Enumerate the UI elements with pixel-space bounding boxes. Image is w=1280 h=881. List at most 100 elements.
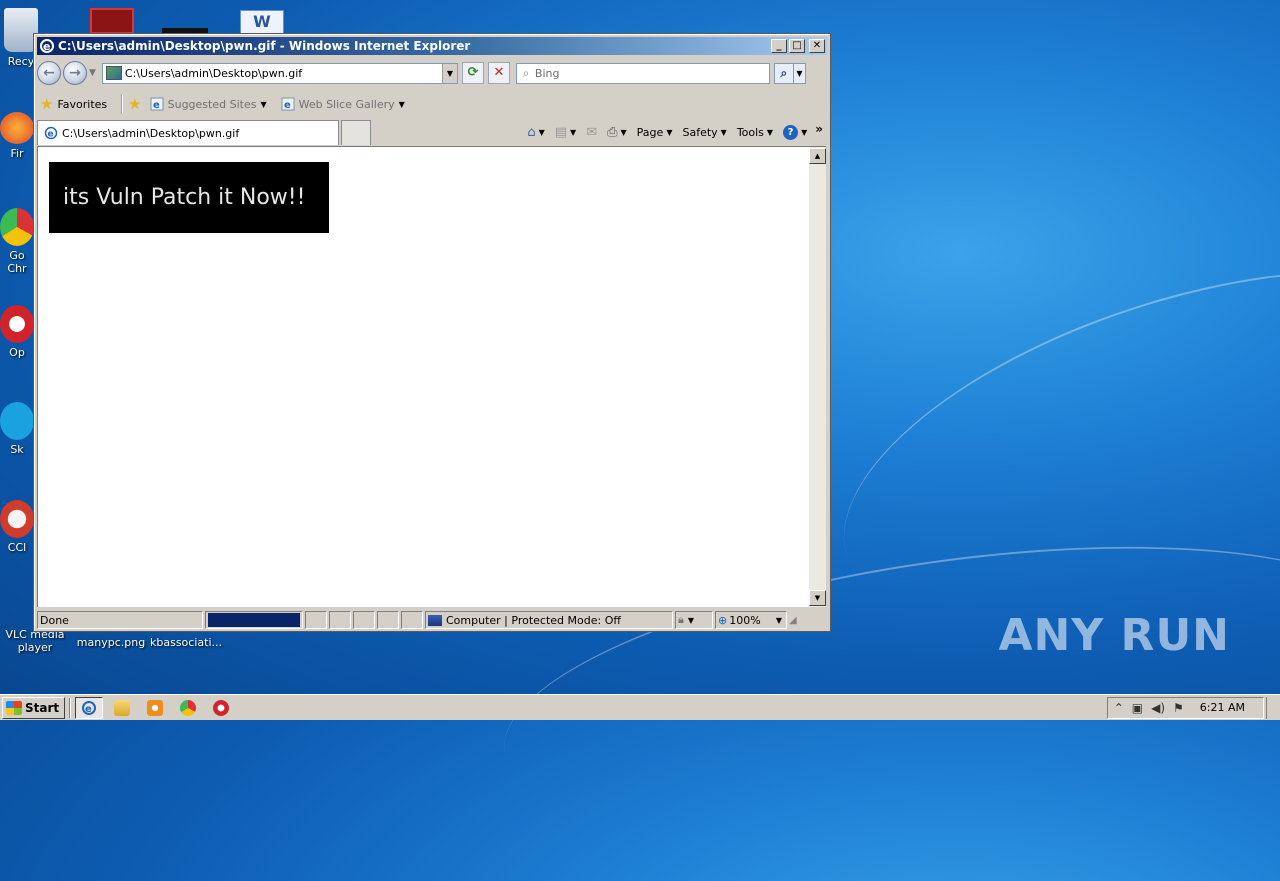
ie-tab-icon: e <box>44 126 58 140</box>
clock[interactable]: 6:21 AM <box>1200 701 1245 714</box>
tab-pwn-gif[interactable]: e C:\Users\admin\Desktop\pwn.gif <box>37 120 339 145</box>
desktop-icon-opera[interactable]: Op <box>0 305 34 359</box>
lock-icon: 🔒︎ <box>678 613 684 626</box>
print-button[interactable]: ⎙ ▼ <box>607 125 627 140</box>
title-bar[interactable]: e C:\Users\admin\Desktop\pwn.gif - Windo… <box>37 37 827 55</box>
search-options-dropdown[interactable]: ▼ <box>793 62 806 84</box>
zoom-icon: ⊕ <box>718 613 728 627</box>
web-slice-gallery-link[interactable]: e Web Slice Gallery ▼ <box>281 97 405 111</box>
resize-grip-icon[interactable]: ◢ <box>789 615 797 626</box>
chrome-icon <box>0 208 34 246</box>
desktop-icon-skype[interactable]: Sk <box>0 402 34 456</box>
refresh-button[interactable]: ⟳ <box>461 62 484 84</box>
ie-window[interactable]: e C:\Users\admin\Desktop\pwn.gif - Windo… <box>33 33 831 632</box>
status-text-cell: Done <box>37 611 203 629</box>
chrome-icon <box>180 699 197 716</box>
desktop-icon-google-chrome[interactable]: Go Chr <box>0 208 34 275</box>
chevron-down-icon: ▼ <box>620 128 627 137</box>
desktop-icon-manypc[interactable]: manypc.png <box>76 636 146 649</box>
safety-menu[interactable]: Safety ▼ <box>682 126 726 139</box>
read-mail-button[interactable]: ✉ <box>586 125 597 140</box>
svg-text:e: e <box>43 40 50 53</box>
close-button[interactable]: ✕ <box>809 39 825 53</box>
window-title: C:\Users\admin\Desktop\pwn.gif - Windows… <box>58 39 471 53</box>
suggested-sites-label: Suggested Sites <box>167 97 257 111</box>
toolbar-overflow-button[interactable]: » <box>815 122 823 136</box>
maximize-button[interactable]: □ <box>789 39 805 53</box>
desktop-icon-label: manypc.png <box>76 636 146 649</box>
folder-icon <box>114 699 131 716</box>
help-menu[interactable]: ? ▼ <box>783 125 807 140</box>
search-box[interactable]: ⌕ Bing <box>515 62 770 84</box>
action-center-flag-icon[interactable]: ⚑ <box>1173 701 1184 715</box>
taskbar-media-player-button[interactable] <box>141 697 169 719</box>
protected-mode-cell[interactable]: 🔒︎ ▼ <box>675 611 713 629</box>
network-icon[interactable]: ▣ <box>1132 701 1143 715</box>
search-input[interactable]: Bing <box>535 67 769 80</box>
back-button[interactable]: ← <box>37 61 61 85</box>
rss-feed-icon: ▤ <box>554 125 568 140</box>
start-button[interactable]: Start <box>2 696 66 719</box>
chevron-down-icon: ▼ <box>720 128 727 137</box>
zoom-level: 100% <box>729 613 761 627</box>
status-slot <box>377 611 399 629</box>
tools-menu-label: Tools <box>736 126 764 139</box>
page-menu[interactable]: Page ▼ <box>637 126 673 139</box>
taskbar-opera-button[interactable] <box>207 697 235 719</box>
taskbar-ie-button[interactable]: e <box>75 696 104 719</box>
forward-button[interactable]: → <box>63 61 87 85</box>
desktop-icon-label: Fir <box>10 147 24 160</box>
show-desktop-button[interactable] <box>1266 696 1280 719</box>
word-doc-icon[interactable]: W <box>240 10 284 34</box>
add-to-favorites-bar-icon[interactable]: ★ <box>128 95 141 113</box>
favorites-label: Favorites <box>57 97 108 111</box>
search-button[interactable]: ⌕ <box>773 62 794 84</box>
desktop-icon-kbassociati[interactable]: kbassociati... <box>150 636 222 649</box>
show-hidden-icons-icon[interactable]: ⌃ <box>1114 701 1124 715</box>
web-slice-gallery-label: Web Slice Gallery <box>298 97 395 111</box>
watermark-text: ANY RUN <box>998 610 1230 661</box>
zoom-cell[interactable]: ⊕ 100% ▼ <box>715 611 787 629</box>
minimize-button[interactable]: _ <box>771 39 787 53</box>
recent-pages-dropdown[interactable]: ▼ <box>89 68 96 78</box>
chevron-down-icon: ▼ <box>687 615 695 625</box>
system-tray: ⌃ ▣ ◀) ⚑ 6:21 AM <box>1106 696 1264 719</box>
printer-icon: ⎙ <box>607 125 618 140</box>
stop-button[interactable]: ✕ <box>487 62 510 84</box>
tools-menu[interactable]: Tools ▼ <box>737 126 773 139</box>
address-bar[interactable]: C:\Users\admin\Desktop\pwn.gif ▼ <box>101 62 458 84</box>
zone-cell[interactable]: Computer | Protected Mode: Off <box>425 611 673 629</box>
pdf-icon[interactable] <box>90 8 134 34</box>
status-bar: Done Computer | Protected Mode: Off 🔒︎ ▼ … <box>37 610 827 630</box>
scroll-up-button[interactable]: ▲ <box>809 148 826 164</box>
skype-icon <box>0 402 34 440</box>
address-input[interactable]: C:\Users\admin\Desktop\pwn.gif <box>125 67 442 80</box>
chevron-down-icon: ▼ <box>801 128 808 137</box>
home-button[interactable]: ⌂ ▼ <box>527 125 544 140</box>
favorites-bar: ★ Favorites ★ e Suggested Sites ▼ e Web … <box>37 91 827 117</box>
desktop-icon-firefox[interactable]: Fir <box>0 112 34 160</box>
taskbar-explorer-button[interactable] <box>108 697 136 719</box>
taskbar-chrome-button[interactable] <box>174 697 202 719</box>
favorites-button[interactable]: ★ Favorites <box>40 95 107 113</box>
ie-page-icon: e <box>150 97 164 111</box>
address-dropdown-button[interactable]: ▼ <box>441 63 457 83</box>
status-slot <box>305 611 327 629</box>
vertical-scrollbar[interactable]: ▲ ▼ <box>809 146 826 607</box>
zone-text: Computer | Protected Mode: Off <box>446 613 621 627</box>
new-tab-button[interactable] <box>341 120 371 145</box>
home-icon: ⌂ <box>527 125 536 140</box>
desktop-icon-ccleaner[interactable]: CCl <box>0 500 34 554</box>
desktop-icon-label: Op <box>9 346 25 359</box>
volume-icon[interactable]: ◀) <box>1151 701 1165 715</box>
firefox-icon <box>0 112 34 144</box>
feeds-button[interactable]: ▤ ▼ <box>555 125 576 140</box>
desktop-icon-label: Sk <box>10 443 24 456</box>
chevron-down-icon: ▼ <box>260 99 267 109</box>
suggested-sites-link[interactable]: e Suggested Sites ▼ <box>150 97 267 111</box>
ie-logo-icon: e <box>40 39 54 53</box>
progress-cell <box>205 611 303 629</box>
taskbar-separator <box>69 697 72 718</box>
desktop-icon-label: kbassociati... <box>150 636 222 649</box>
scroll-down-button[interactable]: ▼ <box>809 590 826 606</box>
